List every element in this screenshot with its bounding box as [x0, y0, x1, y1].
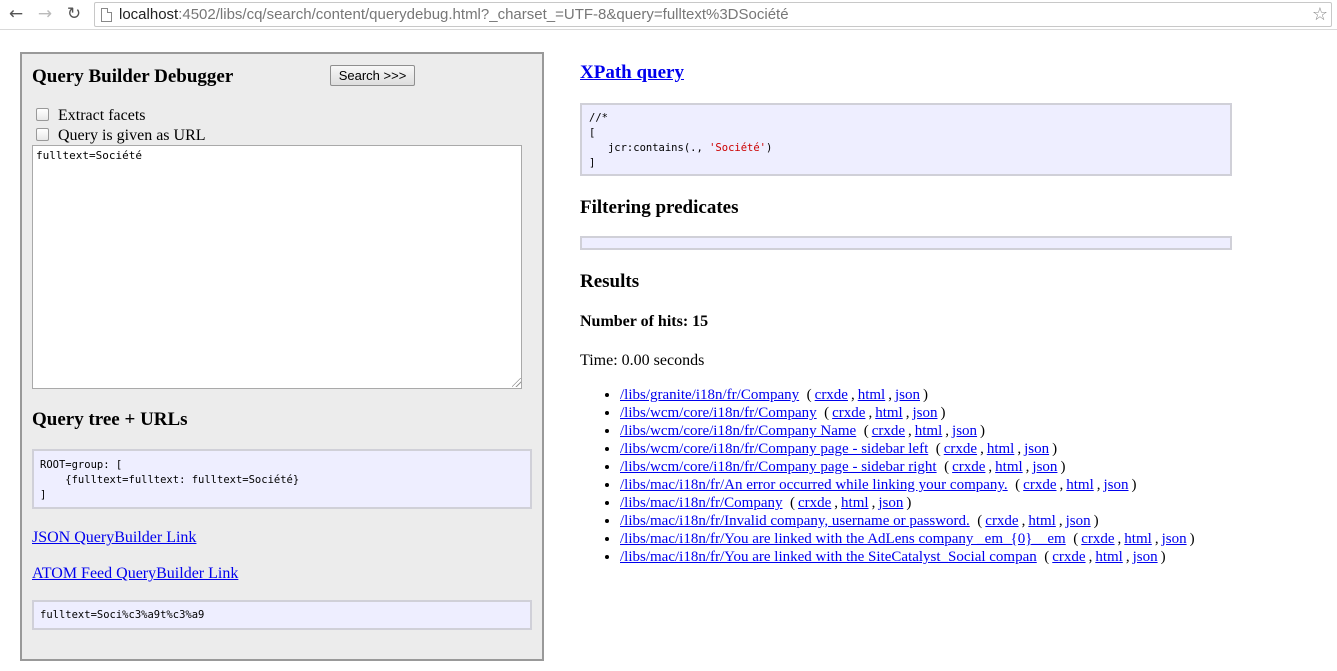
- result-crxde-link[interactable]: crxde: [944, 441, 977, 457]
- result-actions: (crxde, html, json): [816, 405, 946, 421]
- result-html-link[interactable]: html: [1028, 513, 1056, 529]
- result-path-link[interactable]: /libs/wcm/core/i18n/fr/Company page - si…: [620, 441, 928, 457]
- query-textarea[interactable]: fulltext=Société: [32, 145, 522, 389]
- extract-facets-label: Extract facets: [58, 107, 146, 124]
- result-item: /libs/wcm/core/i18n/fr/Company Name (crx…: [620, 422, 1195, 440]
- url-text[interactable]: localhost:4502/libs/cq/search/content/qu…: [119, 5, 789, 25]
- back-icon[interactable]: ←: [5, 3, 27, 25]
- resize-grip-icon[interactable]: [512, 378, 521, 387]
- extract-facets-checkbox[interactable]: [36, 108, 49, 121]
- result-path-link[interactable]: /libs/granite/i18n/fr/Company: [620, 387, 799, 403]
- result-json-link[interactable]: json: [1032, 459, 1057, 475]
- result-html-link[interactable]: html: [1124, 531, 1152, 547]
- result-crxde-link[interactable]: crxde: [952, 459, 985, 475]
- result-crxde-link[interactable]: crxde: [872, 423, 905, 439]
- result-crxde-link[interactable]: crxde: [815, 387, 848, 403]
- search-button[interactable]: Search >>>: [330, 65, 415, 86]
- result-actions: (crxde, html, json): [799, 387, 928, 403]
- bookmark-star-icon[interactable]: ☆: [1312, 4, 1328, 26]
- result-html-link[interactable]: html: [858, 387, 886, 403]
- forward-icon[interactable]: →: [34, 3, 56, 25]
- result-path-link[interactable]: /libs/mac/i18n/fr/You are linked with th…: [620, 549, 1037, 565]
- result-item: /libs/mac/i18n/fr/You are linked with th…: [620, 530, 1195, 548]
- query-as-url-row: Query is given as URL: [34, 126, 206, 146]
- xpath-query-link[interactable]: XPath query: [580, 62, 684, 84]
- filtering-predicates-title: Filtering predicates: [580, 197, 739, 218]
- result-crxde-link[interactable]: crxde: [1081, 531, 1114, 547]
- result-item: /libs/wcm/core/i18n/fr/Company page - si…: [620, 440, 1195, 458]
- address-bar[interactable]: localhost:4502/libs/cq/search/content/qu…: [94, 2, 1332, 27]
- results-list: /libs/granite/i18n/fr/Company (crxde,htm…: [580, 386, 1195, 566]
- result-crxde-link[interactable]: crxde: [1023, 477, 1056, 493]
- debugger-title: Query Builder Debugger: [32, 66, 234, 87]
- result-html-link[interactable]: html: [987, 441, 1015, 457]
- result-html-link[interactable]: html: [1066, 477, 1094, 493]
- result-item: /libs/wcm/core/i18n/fr/Company (crxde,ht…: [620, 404, 1195, 422]
- result-actions: (crxde, html, json): [1007, 477, 1137, 493]
- atom-feed-querybuilder-link[interactable]: ATOM Feed QueryBuilder Link: [32, 565, 238, 583]
- result-json-link[interactable]: json: [952, 423, 977, 439]
- result-json-link[interactable]: json: [1162, 531, 1187, 547]
- hits-count: Number of hits: 15: [580, 313, 709, 330]
- result-json-link[interactable]: json: [1104, 477, 1129, 493]
- reload-icon[interactable]: ↻: [63, 3, 85, 25]
- result-item: /libs/mac/i18n/fr/You are linked with th…: [620, 548, 1195, 566]
- result-crxde-link[interactable]: crxde: [985, 513, 1018, 529]
- result-html-link[interactable]: html: [841, 495, 869, 511]
- result-item: /libs/granite/i18n/fr/Company (crxde,htm…: [620, 386, 1195, 404]
- result-crxde-link[interactable]: crxde: [798, 495, 831, 511]
- result-json-link[interactable]: json: [912, 405, 937, 421]
- result-path-link[interactable]: /libs/mac/i18n/fr/Company: [620, 495, 782, 511]
- result-path-link[interactable]: /libs/wcm/core/i18n/fr/Company Name: [620, 423, 856, 439]
- result-html-link[interactable]: html: [915, 423, 943, 439]
- result-actions: (crxde, html, json): [936, 459, 1066, 475]
- result-item: /libs/mac/i18n/fr/Company (crxde,html,js…: [620, 494, 1195, 512]
- result-actions: (crxde, html, json): [856, 423, 986, 439]
- result-path-link[interactable]: /libs/mac/i18n/fr/An error occurred whil…: [620, 477, 1008, 493]
- result-actions: (crxde, html, json): [782, 495, 912, 511]
- result-json-link[interactable]: json: [1024, 441, 1049, 457]
- query-as-url-label: Query is given as URL: [58, 127, 206, 144]
- page-icon: [101, 8, 112, 22]
- json-querybuilder-link[interactable]: JSON QueryBuilder Link: [32, 529, 196, 547]
- result-actions: (crxde, html, json): [969, 513, 1099, 529]
- result-path-link[interactable]: /libs/wcm/core/i18n/fr/Company: [620, 405, 817, 421]
- result-json-link[interactable]: json: [1066, 513, 1091, 529]
- results-title: Results: [580, 271, 640, 292]
- query-tree-title: Query tree + URLs: [32, 409, 188, 430]
- result-actions: (crxde, html, json): [1065, 531, 1195, 547]
- result-item: /libs/wcm/core/i18n/fr/Company page - si…: [620, 458, 1195, 476]
- result-path-link[interactable]: /libs/mac/i18n/fr/Invalid company, usern…: [620, 513, 970, 529]
- query-tree-box: ROOT=group: [ {fulltext=fulltext: fullte…: [32, 449, 532, 509]
- result-json-link[interactable]: json: [895, 387, 920, 403]
- query-as-url-checkbox[interactable]: [36, 128, 49, 141]
- result-path-link[interactable]: /libs/mac/i18n/fr/You are linked with th…: [620, 531, 1066, 547]
- result-actions: (crxde, html, json): [1036, 549, 1166, 565]
- query-debugger-panel: Query Builder Debugger Search >>> Extrac…: [20, 52, 544, 661]
- result-item: /libs/mac/i18n/fr/Invalid company, usern…: [620, 512, 1195, 530]
- xpath-query-box: //* [ jcr:contains(., 'Société') ]: [580, 103, 1232, 176]
- browser-toolbar: ← → ↻ localhost:4502/libs/cq/search/cont…: [0, 0, 1337, 30]
- result-item: /libs/mac/i18n/fr/An error occurred whil…: [620, 476, 1195, 494]
- result-path-link[interactable]: /libs/wcm/core/i18n/fr/Company page - si…: [620, 459, 937, 475]
- result-html-link[interactable]: html: [995, 459, 1023, 475]
- result-actions: (crxde, html, json): [928, 441, 1058, 457]
- query-time: Time: 0.00 seconds: [580, 352, 705, 369]
- encoded-query-box: fulltext=Soci%c3%a9t%c3%a9: [32, 600, 532, 630]
- result-crxde-link[interactable]: crxde: [832, 405, 865, 421]
- result-html-link[interactable]: html: [1095, 549, 1123, 565]
- result-crxde-link[interactable]: crxde: [1052, 549, 1085, 565]
- extract-facets-row: Extract facets: [34, 106, 146, 126]
- result-html-link[interactable]: html: [875, 405, 903, 421]
- result-json-link[interactable]: json: [878, 495, 903, 511]
- result-json-link[interactable]: json: [1133, 549, 1158, 565]
- filtering-predicates-box: [580, 236, 1232, 250]
